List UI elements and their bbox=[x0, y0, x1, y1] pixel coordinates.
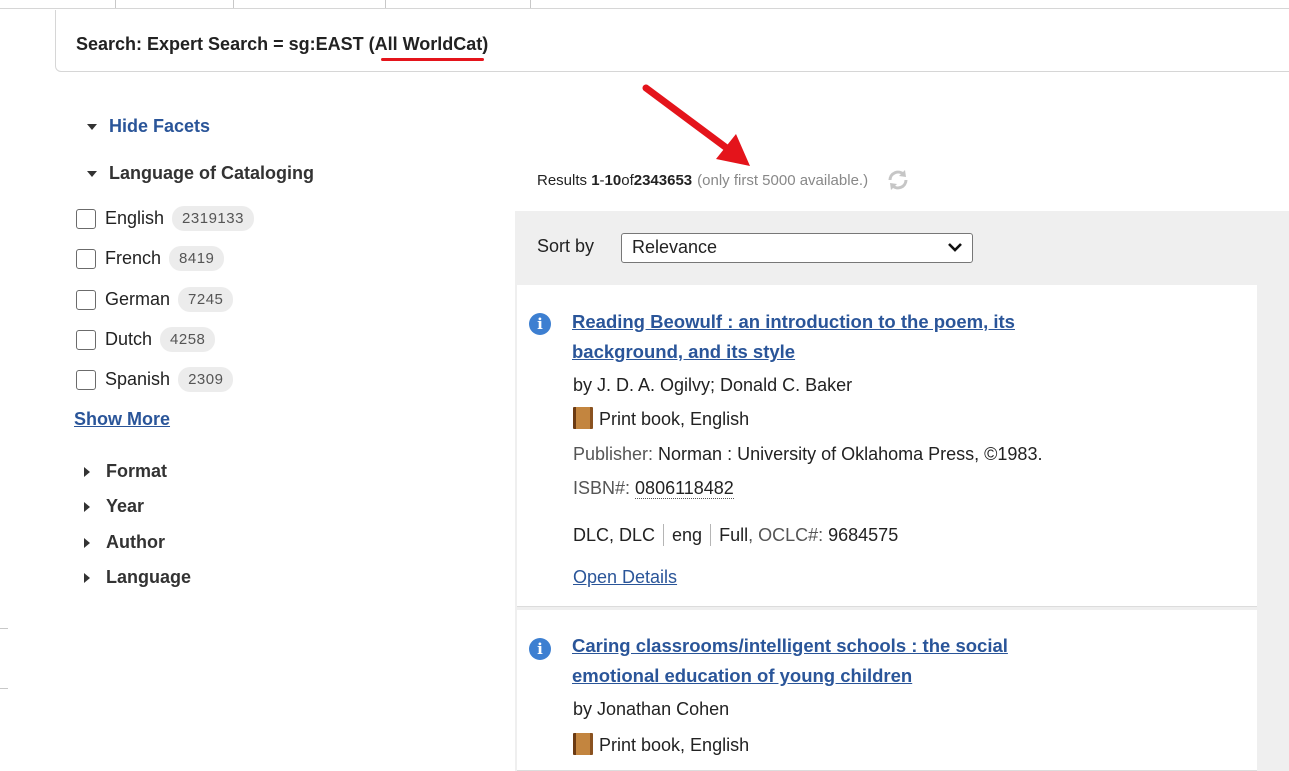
meta-separator bbox=[663, 524, 665, 546]
caret-right-icon bbox=[84, 501, 90, 512]
search-query: sg:EAST bbox=[288, 34, 364, 54]
facet-option-label: Dutch bbox=[105, 329, 153, 349]
annotation-arrow bbox=[642, 84, 750, 166]
result-isbn: ISBN#: 0806118482 bbox=[573, 478, 734, 499]
caret-down-icon bbox=[87, 123, 97, 130]
sort-label: Sort by bbox=[537, 236, 595, 256]
facet-count-badge: 2309 bbox=[178, 367, 234, 392]
sort-select[interactable]: Relevance bbox=[621, 233, 973, 263]
meta-separator bbox=[710, 524, 712, 546]
annotation-underline bbox=[381, 58, 484, 61]
frame-tick bbox=[385, 0, 386, 8]
facet-option-german[interactable]: German 7245 bbox=[76, 287, 234, 312]
open-details-link[interactable]: Open Details bbox=[573, 567, 677, 588]
facet-count-badge: 2319133 bbox=[172, 206, 254, 231]
facet-option-label: English bbox=[105, 208, 165, 228]
search-summary-text: Search: Expert Search = sg:EAST (All Wor… bbox=[76, 34, 489, 54]
results-total: 2343653 bbox=[633, 171, 693, 189]
hide-facets-label: Hide Facets bbox=[109, 116, 211, 136]
frame-divider bbox=[0, 8, 1289, 9]
facet-count-badge: 8419 bbox=[169, 246, 225, 271]
facet-heading-year[interactable]: Year bbox=[84, 496, 144, 517]
frame-tick bbox=[115, 0, 116, 8]
facet-checkbox[interactable] bbox=[76, 369, 96, 390]
facet-option-label: Spanish bbox=[105, 369, 171, 389]
caret-down-icon bbox=[87, 170, 97, 177]
result-title-link[interactable]: Caring classrooms/intelligent schools : … bbox=[572, 631, 1008, 691]
facet-heading-language[interactable]: Language bbox=[84, 567, 191, 588]
result-title-link[interactable]: Reading Beowulf : an introduction to the… bbox=[572, 307, 1015, 367]
caret-right-icon bbox=[84, 466, 90, 477]
result-format: Print book, English bbox=[573, 407, 749, 430]
facet-option-english[interactable]: English 2319133 bbox=[76, 206, 254, 231]
result-publisher: Publisher: Norman : University of Oklaho… bbox=[573, 444, 1043, 464]
result-format: Print book, English bbox=[573, 733, 749, 756]
facet-checkbox[interactable] bbox=[76, 248, 96, 269]
result-record-meta: DLC, DLC eng Full, OCLC#: 9684575 bbox=[573, 524, 899, 546]
caret-right-icon bbox=[84, 572, 90, 583]
facet-option-french[interactable]: French 8419 bbox=[76, 246, 225, 271]
chevron-down-icon bbox=[948, 243, 962, 252]
facet-checkbox[interactable] bbox=[76, 289, 96, 310]
facet-checkbox[interactable] bbox=[76, 208, 96, 229]
facet-heading-label: Language of Cataloging bbox=[109, 163, 314, 183]
facet-heading-label: Year bbox=[106, 496, 145, 516]
results-note: (only first 5000 available.) bbox=[697, 171, 869, 189]
facet-option-dutch[interactable]: Dutch 4258 bbox=[76, 327, 216, 352]
result-authors: by Jonathan Cohen bbox=[573, 699, 730, 719]
facet-heading-label: Author bbox=[106, 532, 165, 552]
frame-tick bbox=[0, 688, 8, 689]
facet-heading-label: Language bbox=[106, 567, 192, 587]
result-authors: by J. D. A. Ogilvy; Donald C. Baker bbox=[573, 375, 853, 395]
info-icon[interactable]: i bbox=[529, 638, 551, 660]
frame-tick bbox=[530, 0, 531, 8]
results-count: Results 1 - 10 of 2343653 (only first 50… bbox=[537, 168, 910, 192]
search-summary-bar: Search: Expert Search = sg:EAST (All Wor… bbox=[55, 10, 1289, 72]
caret-right-icon bbox=[84, 537, 90, 548]
frame-tick bbox=[233, 0, 234, 8]
show-more-link[interactable]: Show More bbox=[74, 409, 170, 430]
facet-option-label: German bbox=[105, 289, 171, 309]
info-icon[interactable]: i bbox=[529, 313, 551, 335]
facet-heading-author[interactable]: Author bbox=[84, 532, 165, 553]
facet-count-badge: 7245 bbox=[178, 287, 234, 312]
book-icon bbox=[573, 733, 593, 755]
facet-count-badge: 4258 bbox=[160, 327, 216, 352]
facet-option-label: French bbox=[105, 248, 162, 268]
facet-heading-label: Format bbox=[106, 461, 168, 481]
facet-checkbox[interactable] bbox=[76, 329, 96, 350]
refresh-icon[interactable] bbox=[886, 168, 910, 192]
sort-selected-value: Relevance bbox=[632, 237, 718, 257]
facet-option-spanish[interactable]: Spanish 2309 bbox=[76, 367, 234, 392]
hide-facets-toggle[interactable]: Hide Facets bbox=[87, 116, 210, 137]
facet-heading-language-of-cataloging[interactable]: Language of Cataloging bbox=[87, 163, 314, 184]
facet-heading-format[interactable]: Format bbox=[84, 461, 167, 482]
frame-tick bbox=[0, 628, 8, 629]
book-icon bbox=[573, 407, 593, 429]
